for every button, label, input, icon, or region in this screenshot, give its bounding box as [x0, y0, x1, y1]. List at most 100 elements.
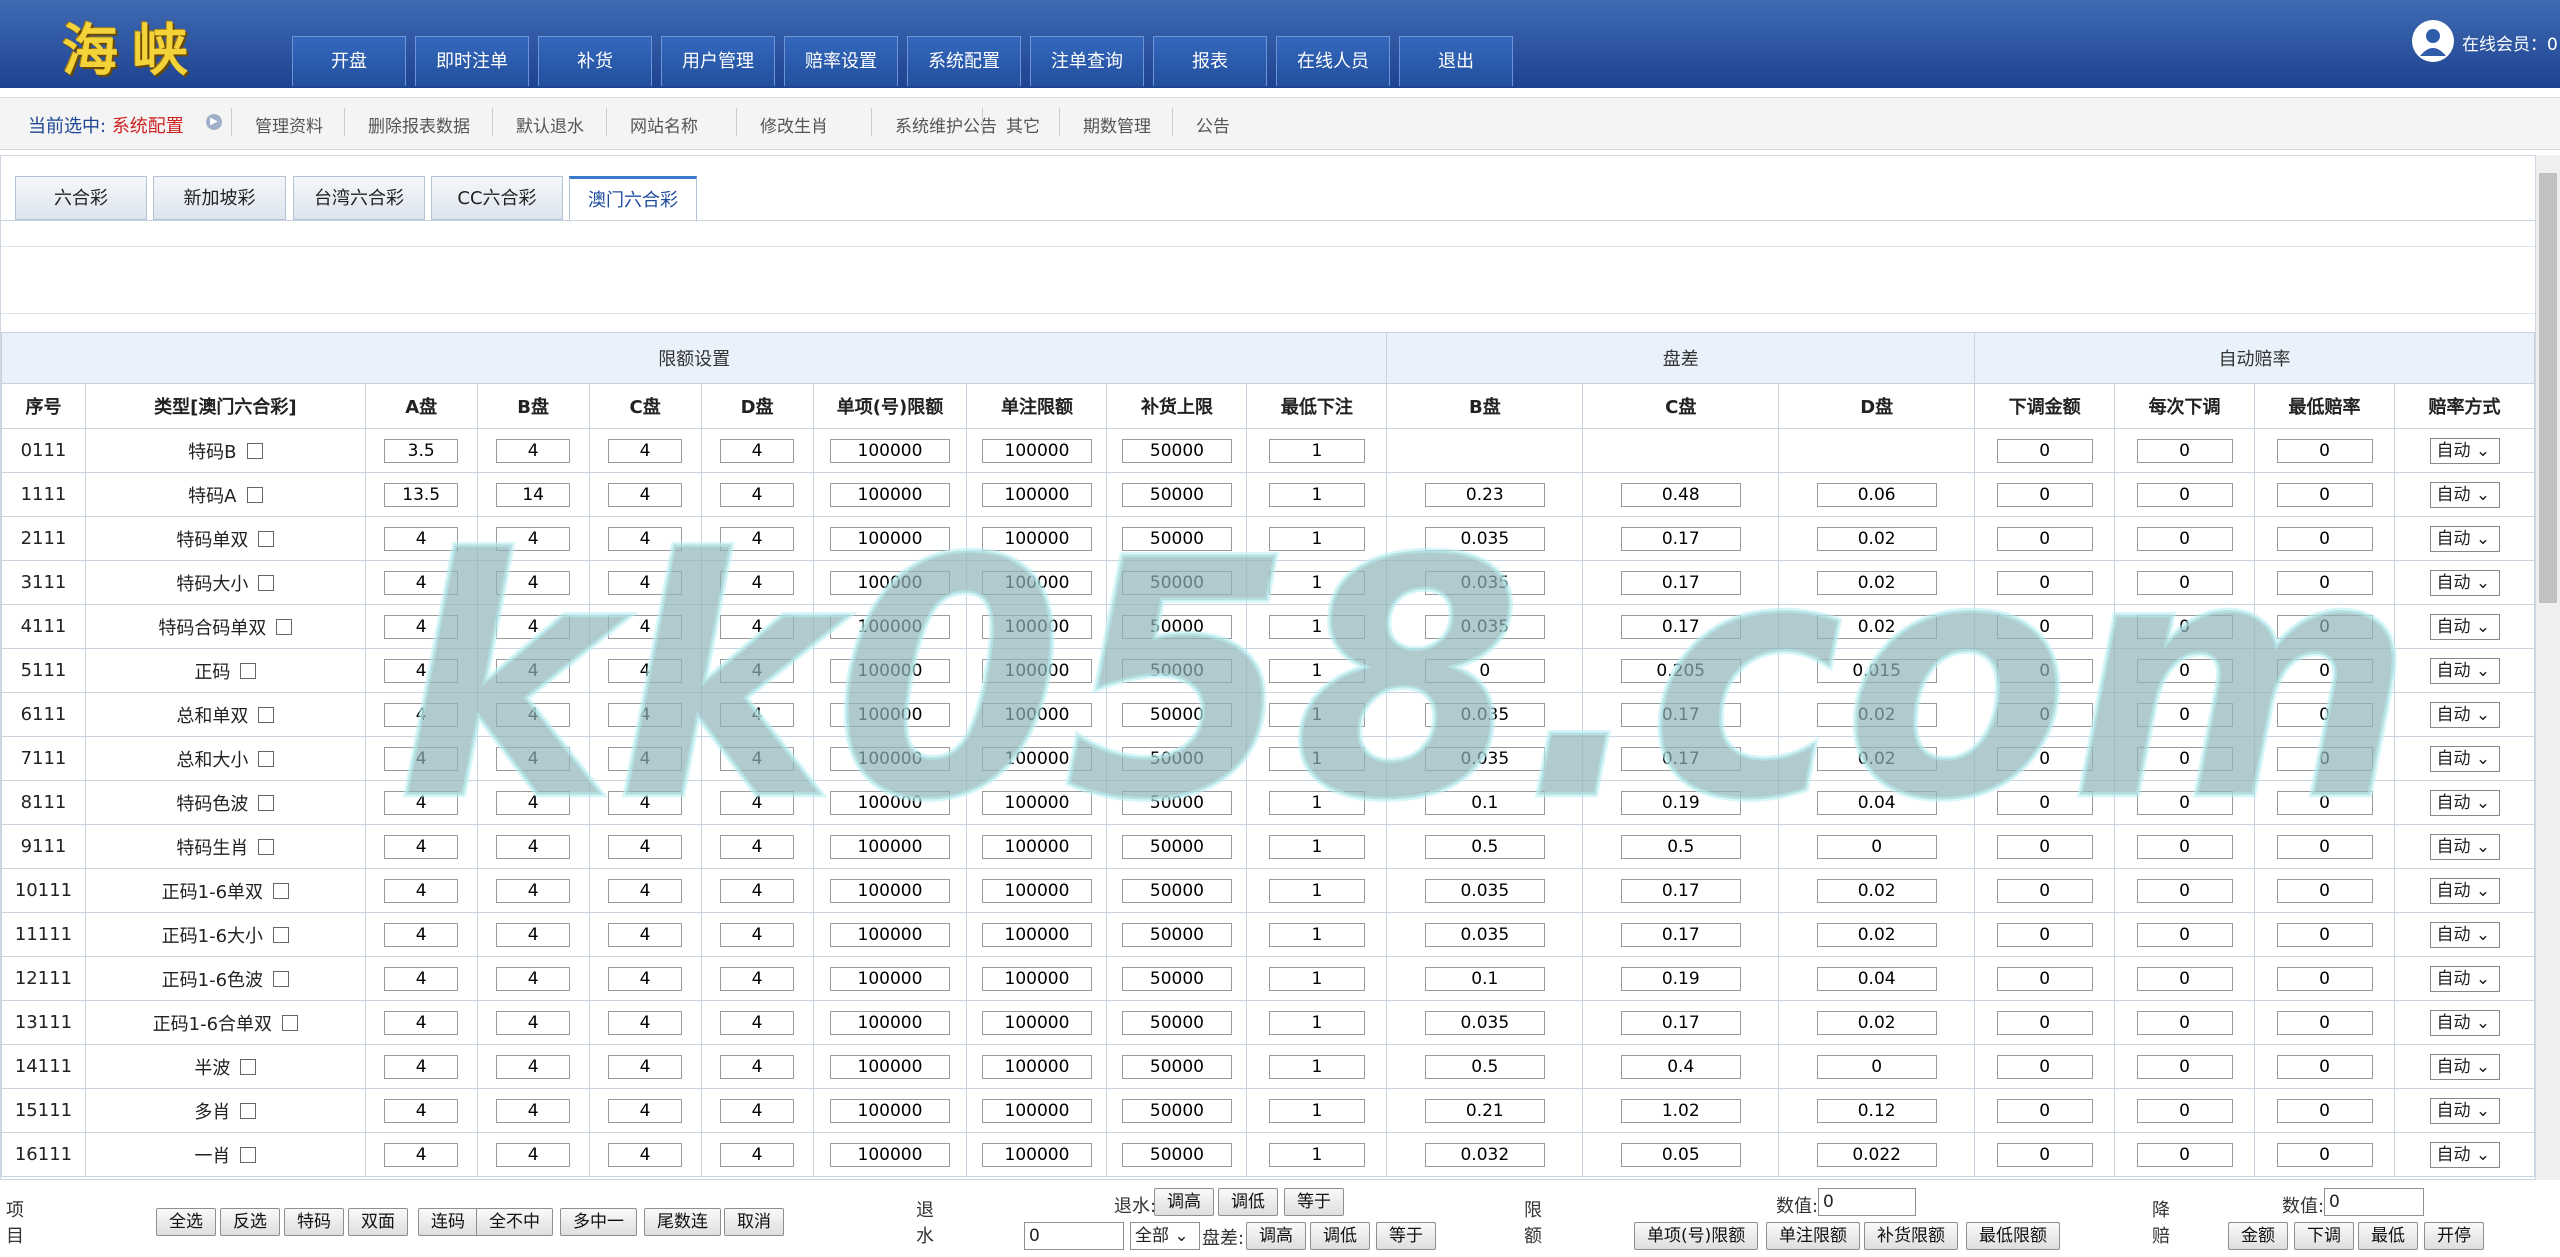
row-checkbox[interactable]	[273, 970, 290, 987]
rebate-input[interactable]: 0	[1024, 1222, 1124, 1250]
input-down_amount[interactable]	[1996, 878, 2093, 903]
scrollbar-thumb[interactable]	[2539, 173, 2557, 603]
nav-button-5[interactable]: 赔率设置	[784, 36, 898, 86]
input-a[interactable]	[384, 438, 459, 463]
input-c[interactable]	[608, 614, 683, 639]
input-down_amount[interactable]	[1996, 482, 2093, 507]
subnav-item-5[interactable]: 修改生肖	[760, 112, 828, 137]
input-d[interactable]	[720, 482, 795, 507]
input-each_down[interactable]	[2136, 834, 2233, 859]
input-b[interactable]	[496, 1098, 571, 1123]
input-each_down[interactable]	[2136, 922, 2233, 947]
input-pd[interactable]	[1816, 482, 1937, 507]
input-single_item[interactable]	[830, 438, 950, 463]
input-pd[interactable]	[1816, 790, 1937, 815]
input-b[interactable]	[496, 966, 571, 991]
input-down_amount[interactable]	[1996, 438, 2093, 463]
input-single_item[interactable]	[830, 702, 950, 727]
input-single_item[interactable]	[830, 526, 950, 551]
input-min_odds[interactable]	[2276, 922, 2373, 947]
limit-button-1[interactable]: 单项(号)限额	[1634, 1222, 1759, 1250]
input-a[interactable]	[384, 922, 459, 947]
input-restock[interactable]	[1121, 702, 1232, 727]
input-min_odds[interactable]	[2276, 1142, 2373, 1167]
input-min_bet[interactable]	[1268, 878, 1365, 903]
tab-lottery-1[interactable]: 六合彩	[15, 176, 147, 220]
input-d[interactable]	[720, 1098, 795, 1123]
input-pd[interactable]	[1816, 922, 1937, 947]
input-a[interactable]	[384, 702, 459, 727]
input-pd[interactable]	[1816, 1142, 1937, 1167]
nav-button-4[interactable]: 用户管理	[661, 36, 775, 86]
input-a[interactable]	[384, 1142, 459, 1167]
input-single_item[interactable]	[830, 1142, 950, 1167]
input-c[interactable]	[608, 570, 683, 595]
input-b[interactable]	[496, 482, 571, 507]
input-single_item[interactable]	[830, 1054, 950, 1079]
subnav-item-9[interactable]: 公告	[1196, 112, 1230, 137]
input-restock[interactable]	[1121, 482, 1232, 507]
input-pb[interactable]	[1424, 570, 1545, 595]
input-down_amount[interactable]	[1996, 702, 2093, 727]
odds-mode-select[interactable]: 自动 ⌄	[2429, 569, 2500, 596]
input-pd[interactable]	[1816, 614, 1937, 639]
nav-button-3[interactable]: 补货	[538, 36, 652, 86]
tab-lottery-3[interactable]: 台湾六合彩	[293, 176, 425, 220]
row-checkbox[interactable]	[258, 794, 275, 811]
input-down_amount[interactable]	[1996, 966, 2093, 991]
row-checkbox[interactable]	[273, 882, 290, 899]
odds-mode-select[interactable]: 自动 ⌄	[2429, 1053, 2500, 1080]
input-min_odds[interactable]	[2276, 834, 2373, 859]
odds-mode-select[interactable]: 自动 ⌄	[2429, 481, 2500, 508]
row-checkbox[interactable]	[282, 1014, 299, 1031]
row-checkbox[interactable]	[240, 662, 257, 679]
input-c[interactable]	[608, 746, 683, 771]
input-single_item[interactable]	[830, 746, 950, 771]
odds-mode-select[interactable]: 自动 ⌄	[2429, 525, 2500, 552]
input-down_amount[interactable]	[1996, 526, 2093, 551]
input-min_bet[interactable]	[1268, 834, 1365, 859]
input-c[interactable]	[608, 790, 683, 815]
input-pb[interactable]	[1424, 614, 1545, 639]
input-each_down[interactable]	[2136, 702, 2233, 727]
input-pd[interactable]	[1816, 702, 1937, 727]
limit-button-4[interactable]: 最低限额	[1966, 1222, 2060, 1250]
subnav-item-7[interactable]: 其它	[1006, 112, 1040, 137]
input-single_bet[interactable]	[981, 834, 1092, 859]
diff-button-2[interactable]: 调低	[1310, 1222, 1370, 1250]
item-button-7[interactable]: 多中一	[560, 1208, 637, 1236]
input-pc[interactable]	[1620, 614, 1741, 639]
input-pd[interactable]	[1816, 1098, 1937, 1123]
row-checkbox[interactable]	[258, 838, 275, 855]
input-d[interactable]	[720, 746, 795, 771]
input-d[interactable]	[720, 570, 795, 595]
input-down_amount[interactable]	[1996, 614, 2093, 639]
nav-button-6[interactable]: 系统配置	[907, 36, 1021, 86]
input-min_odds[interactable]	[2276, 570, 2373, 595]
input-each_down[interactable]	[2136, 658, 2233, 683]
item-button-4[interactable]: 双面	[348, 1208, 408, 1236]
input-b[interactable]	[496, 834, 571, 859]
input-min_bet[interactable]	[1268, 526, 1365, 551]
input-min_bet[interactable]	[1268, 966, 1365, 991]
input-c[interactable]	[608, 482, 683, 507]
input-c[interactable]	[608, 1142, 683, 1167]
input-pc[interactable]	[1620, 790, 1741, 815]
input-min_bet[interactable]	[1268, 922, 1365, 947]
reduce-button-3[interactable]: 最低	[2358, 1222, 2418, 1250]
nav-button-1[interactable]: 开盘	[292, 36, 406, 86]
input-restock[interactable]	[1121, 526, 1232, 551]
input-min_bet[interactable]	[1268, 438, 1365, 463]
limit-button-2[interactable]: 单注限额	[1766, 1222, 1860, 1250]
input-restock[interactable]	[1121, 1142, 1232, 1167]
input-c[interactable]	[608, 702, 683, 727]
odds-mode-select[interactable]: 自动 ⌄	[2429, 613, 2500, 640]
input-each_down[interactable]	[2136, 614, 2233, 639]
row-checkbox[interactable]	[258, 706, 275, 723]
row-checkbox[interactable]	[258, 750, 275, 767]
input-pc[interactable]	[1620, 570, 1741, 595]
input-each_down[interactable]	[2136, 878, 2233, 903]
input-single_bet[interactable]	[981, 526, 1092, 551]
input-restock[interactable]	[1121, 966, 1232, 991]
input-down_amount[interactable]	[1996, 658, 2093, 683]
